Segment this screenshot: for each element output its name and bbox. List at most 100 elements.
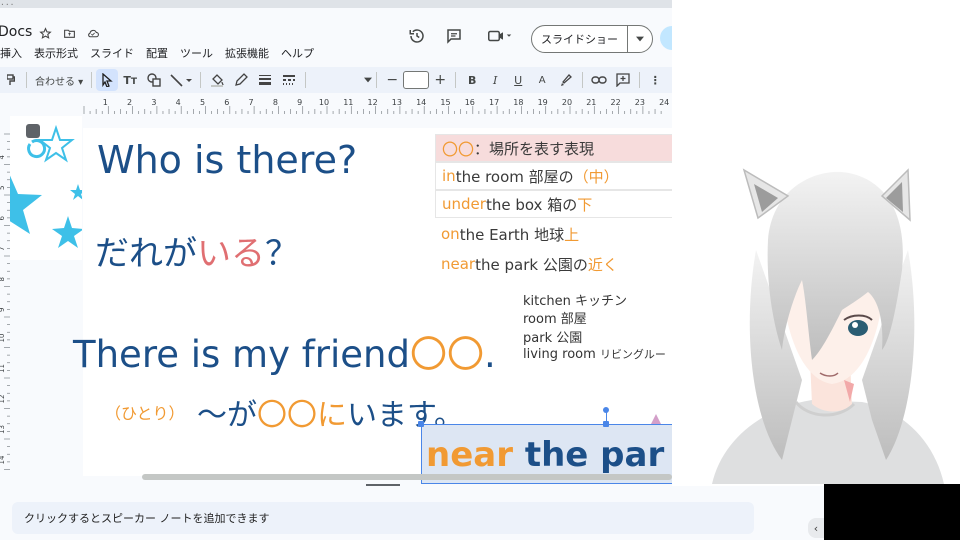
more-options-button[interactable]: ⋮ [644,69,666,91]
menu-format[interactable]: 表示形式 [28,43,84,63]
vocab-item: living room リビングルー [523,347,666,362]
pencil-icon [235,73,249,86]
meet-button[interactable] [482,24,518,48]
select-tool[interactable] [96,69,119,91]
table-header: 〇〇 ：場所を表す表現 [435,134,672,162]
line-tool[interactable] [166,69,196,91]
black-overlay [824,484,960,540]
zoom-select[interactable]: 合わせる ▾ [31,73,87,88]
menu-arrange[interactable]: 配置 [140,43,174,63]
chevron-left-icon: ‹ [813,521,819,535]
ruler-label: 10 [319,98,329,107]
slides-app: ... Docs 挿入 表示形式 スライド 配置 ツール 拡張機能 ヘルプ スラ… [0,0,672,486]
vocab-item: room 部屋 [523,312,587,327]
menu-extensions[interactable]: 拡張機能 [219,43,275,63]
shapes-icon [147,73,161,87]
menu-help[interactable]: ヘルプ [275,43,320,63]
ruler-label: 9 [0,308,6,312]
vtuber-avatar [712,168,944,484]
border-dash-button[interactable] [277,69,301,91]
ruler-label: 6 [224,98,229,107]
table-row: near the park 公園の 近く [441,255,618,274]
chevron-down-icon [364,77,373,83]
text-color-button[interactable]: A [530,69,554,91]
menu-slide[interactable]: スライド [84,43,140,63]
ruler-label: 9 [297,98,302,107]
collapse-panel-button[interactable]: ‹ [808,518,824,538]
ruler-label: 8 [273,98,278,107]
italic-button[interactable]: I [484,69,506,91]
slideshow-label[interactable]: スライドショー [532,26,628,52]
border-color-button[interactable] [229,69,253,91]
url-strip: ... [0,0,672,8]
share-button[interactable] [660,26,672,50]
paint-format-icon[interactable] [0,69,22,91]
question-title: Who is there? [97,138,358,182]
ruler-label: 21 [586,98,596,107]
menu-tools[interactable]: ツール [174,43,219,63]
vocab-item: kitchen キッチン [523,294,628,309]
ruler-label: 14 [416,98,426,107]
more-vert-icon: ⋮ [649,73,661,87]
ruler-label: 11 [0,364,6,373]
bold-button[interactable]: B [460,69,484,91]
ruler-label: 10 [0,334,6,343]
slideshow-button[interactable]: スライドショー [531,25,653,53]
speaker-notes[interactable]: クリックするとスピーカー ノートを追加できます [12,502,754,534]
highlight-button[interactable] [554,69,578,91]
ruler-label: 12 [0,395,6,404]
border-weight-button[interactable] [253,69,277,91]
decrease-font-size-button[interactable]: − [381,69,403,91]
previous-slide-area [10,116,82,260]
ruler-label: 5 [200,98,205,107]
slideshow-dropdown[interactable] [628,36,652,42]
menu-insert[interactable]: 挿入 [0,43,28,63]
resize-handle[interactable] [418,421,424,427]
notes-resize-handle[interactable] [366,484,400,486]
cloud-saved-icon[interactable] [86,26,100,40]
ruler-label: 11 [343,98,353,107]
horizontal-scrollbar[interactable] [142,474,672,480]
ruler-label: 5 [0,186,6,190]
ruler-label: 1 [103,98,108,107]
menu-bar: 挿入 表示形式 スライド 配置 ツール 拡張機能 ヘルプ [0,43,320,63]
ruler-label: 4 [176,98,181,107]
slide-canvas[interactable]: Who is there? だれがいる？ There is my friend〇… [73,128,672,484]
increase-font-size-button[interactable]: + [429,69,451,91]
line-weight-icon [259,75,272,85]
move-to-folder-icon[interactable] [62,26,76,40]
comments-button[interactable] [442,24,466,48]
eye [848,320,868,336]
cursor-icon [102,73,113,87]
ruler-label: 13 [392,98,402,107]
assistant-icon[interactable] [26,124,40,138]
underline-button[interactable]: U [506,69,530,91]
table-row: under the box 箱の下 [435,190,672,218]
ruler-label: 6 [0,216,6,221]
version-history-button[interactable] [405,24,429,48]
text-color-icon: A [538,74,546,86]
line-icon [170,74,193,87]
line-dash-icon [283,75,296,85]
ruler-label: 18 [513,98,523,107]
star-decoration [10,175,42,234]
shirt [712,400,944,484]
font-select[interactable] [310,69,373,91]
fill-color-button[interactable] [205,69,229,91]
rotate-handle[interactable] [603,407,609,413]
ruler-label: 3 [151,98,156,107]
ruler-label: 14 [0,455,6,464]
link-icon [591,76,607,84]
ruler-label: 8 [0,277,6,281]
text-box-tool[interactable]: TT [118,69,142,91]
ruler-label: 2 [127,98,132,107]
shape-tool[interactable] [142,69,166,91]
ruler-label: 17 [489,98,499,107]
app-name: Docs [0,24,33,40]
font-size-input[interactable] [403,71,430,89]
video-camera-icon [488,30,512,42]
insert-link-button[interactable] [587,69,611,91]
star-icon[interactable] [38,26,52,40]
history-icon [409,29,424,43]
add-comment-button[interactable] [611,69,635,91]
